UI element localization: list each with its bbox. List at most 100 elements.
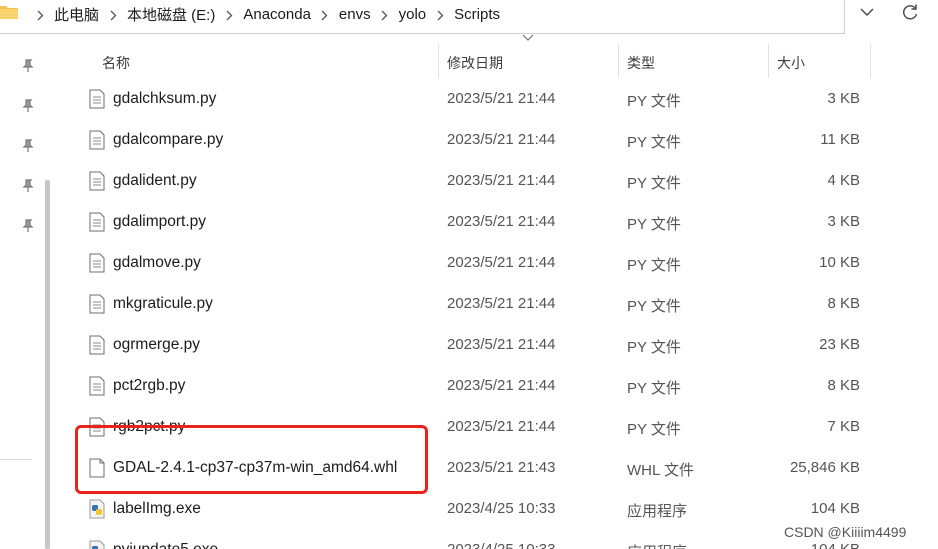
column-header-type[interactable]: 类型 — [627, 34, 767, 78]
document-icon — [89, 253, 105, 273]
file-size: 10 KB — [819, 254, 860, 271]
file-size: 3 KB — [827, 213, 860, 230]
file-name: mkgraticule.py — [113, 295, 213, 312]
watermark: CSDN @Kiiiim4499 — [784, 524, 907, 540]
breadcrumb-envs[interactable]: envs — [339, 6, 371, 23]
file-name: gdalimport.py — [113, 213, 207, 230]
nav-scrollbar[interactable] — [45, 180, 50, 549]
file-type: PY 文件 — [627, 175, 681, 192]
file-row[interactable]: mkgraticule.py 2023/5/21 21:44 PY 文件 8 K… — [60, 285, 920, 326]
file-type: PY 文件 — [627, 339, 681, 356]
breadcrumb-scripts[interactable]: Scripts — [454, 6, 500, 23]
chevron-right-icon[interactable] — [215, 7, 243, 22]
column-header-name[interactable]: 名称 — [102, 34, 432, 78]
column-header-date[interactable]: 修改日期 — [447, 34, 617, 78]
address-bar: 此电脑 本地磁盘 (E:) Anaconda envs yolo Scripts — [0, 0, 938, 34]
document-icon — [89, 130, 105, 150]
file-type: PY 文件 — [627, 257, 681, 274]
file-name: pyiupdate5.exe — [113, 541, 218, 549]
file-type: PY 文件 — [627, 93, 681, 110]
file-date: 2023/5/21 21:44 — [447, 377, 556, 394]
file-date: 2023/5/21 21:44 — [447, 213, 556, 230]
column-header-size[interactable]: 大小 — [777, 34, 867, 78]
file-date: 2023/5/21 21:43 — [447, 459, 556, 476]
file-row[interactable]: gdalcompare.py 2023/5/21 21:44 PY 文件 11 … — [60, 121, 920, 162]
file-date: 2023/4/25 10:33 — [447, 541, 555, 549]
column-divider[interactable] — [768, 44, 769, 78]
file-type: PY 文件 — [627, 298, 681, 315]
file-size: 25,846 KB — [789, 459, 860, 476]
breadcrumb-anaconda[interactable]: Anaconda — [243, 6, 311, 23]
file-type: PY 文件 — [627, 216, 681, 233]
pin-icon[interactable] — [21, 99, 35, 113]
column-divider[interactable] — [870, 44, 871, 78]
column-divider[interactable] — [618, 44, 619, 78]
file-row[interactable]: gdalchksum.py 2023/5/21 21:44 PY 文件 3 KB — [60, 80, 920, 121]
folder-icon — [0, 6, 18, 19]
file-type: WHL 文件 — [627, 462, 694, 479]
file-date: 2023/5/21 21:44 — [447, 295, 556, 312]
document-icon — [89, 294, 105, 314]
file-size: 8 KB — [827, 377, 860, 394]
file-date: 2023/5/21 21:44 — [447, 336, 556, 353]
file-row[interactable]: gdalmove.py 2023/5/21 21:44 PY 文件 10 KB — [60, 244, 920, 285]
breadcrumb-yolo[interactable]: yolo — [399, 6, 427, 23]
document-icon — [89, 376, 105, 396]
document-icon — [89, 171, 105, 191]
file-name: gdalident.py — [113, 172, 197, 189]
file-name: gdalcompare.py — [113, 131, 224, 148]
file-date: 2023/5/21 21:44 — [447, 172, 556, 189]
file-date: 2023/4/25 10:33 — [447, 500, 556, 517]
file-size: 11 KB — [820, 131, 860, 148]
file-type: PY 文件 — [627, 421, 681, 438]
file-size: 8 KB — [827, 295, 860, 312]
document-icon — [89, 89, 105, 109]
file-row[interactable]: gdalimport.py 2023/5/21 21:44 PY 文件 3 KB — [60, 203, 920, 244]
chevron-right-icon[interactable] — [311, 7, 339, 22]
chevron-right-icon[interactable] — [371, 7, 399, 22]
file-date: 2023/5/21 21:44 — [447, 254, 556, 271]
file-type: PY 文件 — [627, 134, 681, 151]
python-exe-icon — [89, 499, 105, 519]
chevron-right-icon[interactable] — [26, 7, 54, 22]
file-type: 应用程序 — [627, 503, 688, 520]
file-date: 2023/5/21 21:44 — [447, 131, 556, 148]
pin-icon[interactable] — [21, 139, 35, 153]
navigation-pane — [0, 34, 60, 549]
pin-icon[interactable] — [21, 59, 35, 73]
chevron-right-icon[interactable] — [99, 7, 127, 22]
annotation-highlight-box — [75, 425, 428, 494]
file-size: 104 KB — [810, 500, 860, 517]
file-size: 7 KB — [827, 418, 860, 435]
column-header-bar: 名称 修改日期 类型 大小 — [60, 34, 938, 78]
pin-icon[interactable] — [21, 219, 35, 233]
file-name: gdalmove.py — [113, 254, 201, 271]
file-name: labelImg.exe — [113, 500, 201, 517]
pin-icon[interactable] — [21, 179, 35, 193]
refresh-icon[interactable] — [900, 2, 920, 22]
file-row[interactable]: ogrmerge.py 2023/5/21 21:44 PY 文件 23 KB — [60, 326, 920, 367]
file-type: PY 文件 — [627, 380, 681, 397]
file-row[interactable]: pct2rgb.py 2023/5/21 21:44 PY 文件 8 KB — [60, 367, 920, 408]
document-icon — [89, 212, 105, 232]
file-name: pct2rgb.py — [113, 377, 186, 394]
file-name: ogrmerge.py — [113, 336, 201, 353]
nav-divider — [0, 459, 32, 460]
file-name: gdalchksum.py — [113, 90, 217, 107]
file-type: 应用程序 — [627, 541, 687, 549]
chevron-down-icon[interactable] — [858, 4, 876, 20]
file-date: 2023/5/21 21:44 — [447, 418, 556, 435]
document-icon — [89, 335, 105, 355]
file-size: 104 KB — [811, 541, 860, 549]
breadcrumb-this-pc[interactable]: 此电脑 — [54, 4, 99, 25]
file-row[interactable]: gdalident.py 2023/5/21 21:44 PY 文件 4 KB — [60, 162, 920, 203]
file-date: 2023/5/21 21:44 — [447, 90, 556, 107]
file-size: 3 KB — [827, 90, 860, 107]
file-size: 4 KB — [827, 172, 860, 189]
chevron-right-icon[interactable] — [426, 7, 454, 22]
file-size: 23 KB — [819, 336, 860, 353]
python-exe-icon — [89, 540, 105, 549]
breadcrumb-local-disk[interactable]: 本地磁盘 (E:) — [127, 4, 215, 25]
column-divider[interactable] — [438, 44, 439, 78]
breadcrumb: 此电脑 本地磁盘 (E:) Anaconda envs yolo Scripts — [26, 4, 500, 24]
